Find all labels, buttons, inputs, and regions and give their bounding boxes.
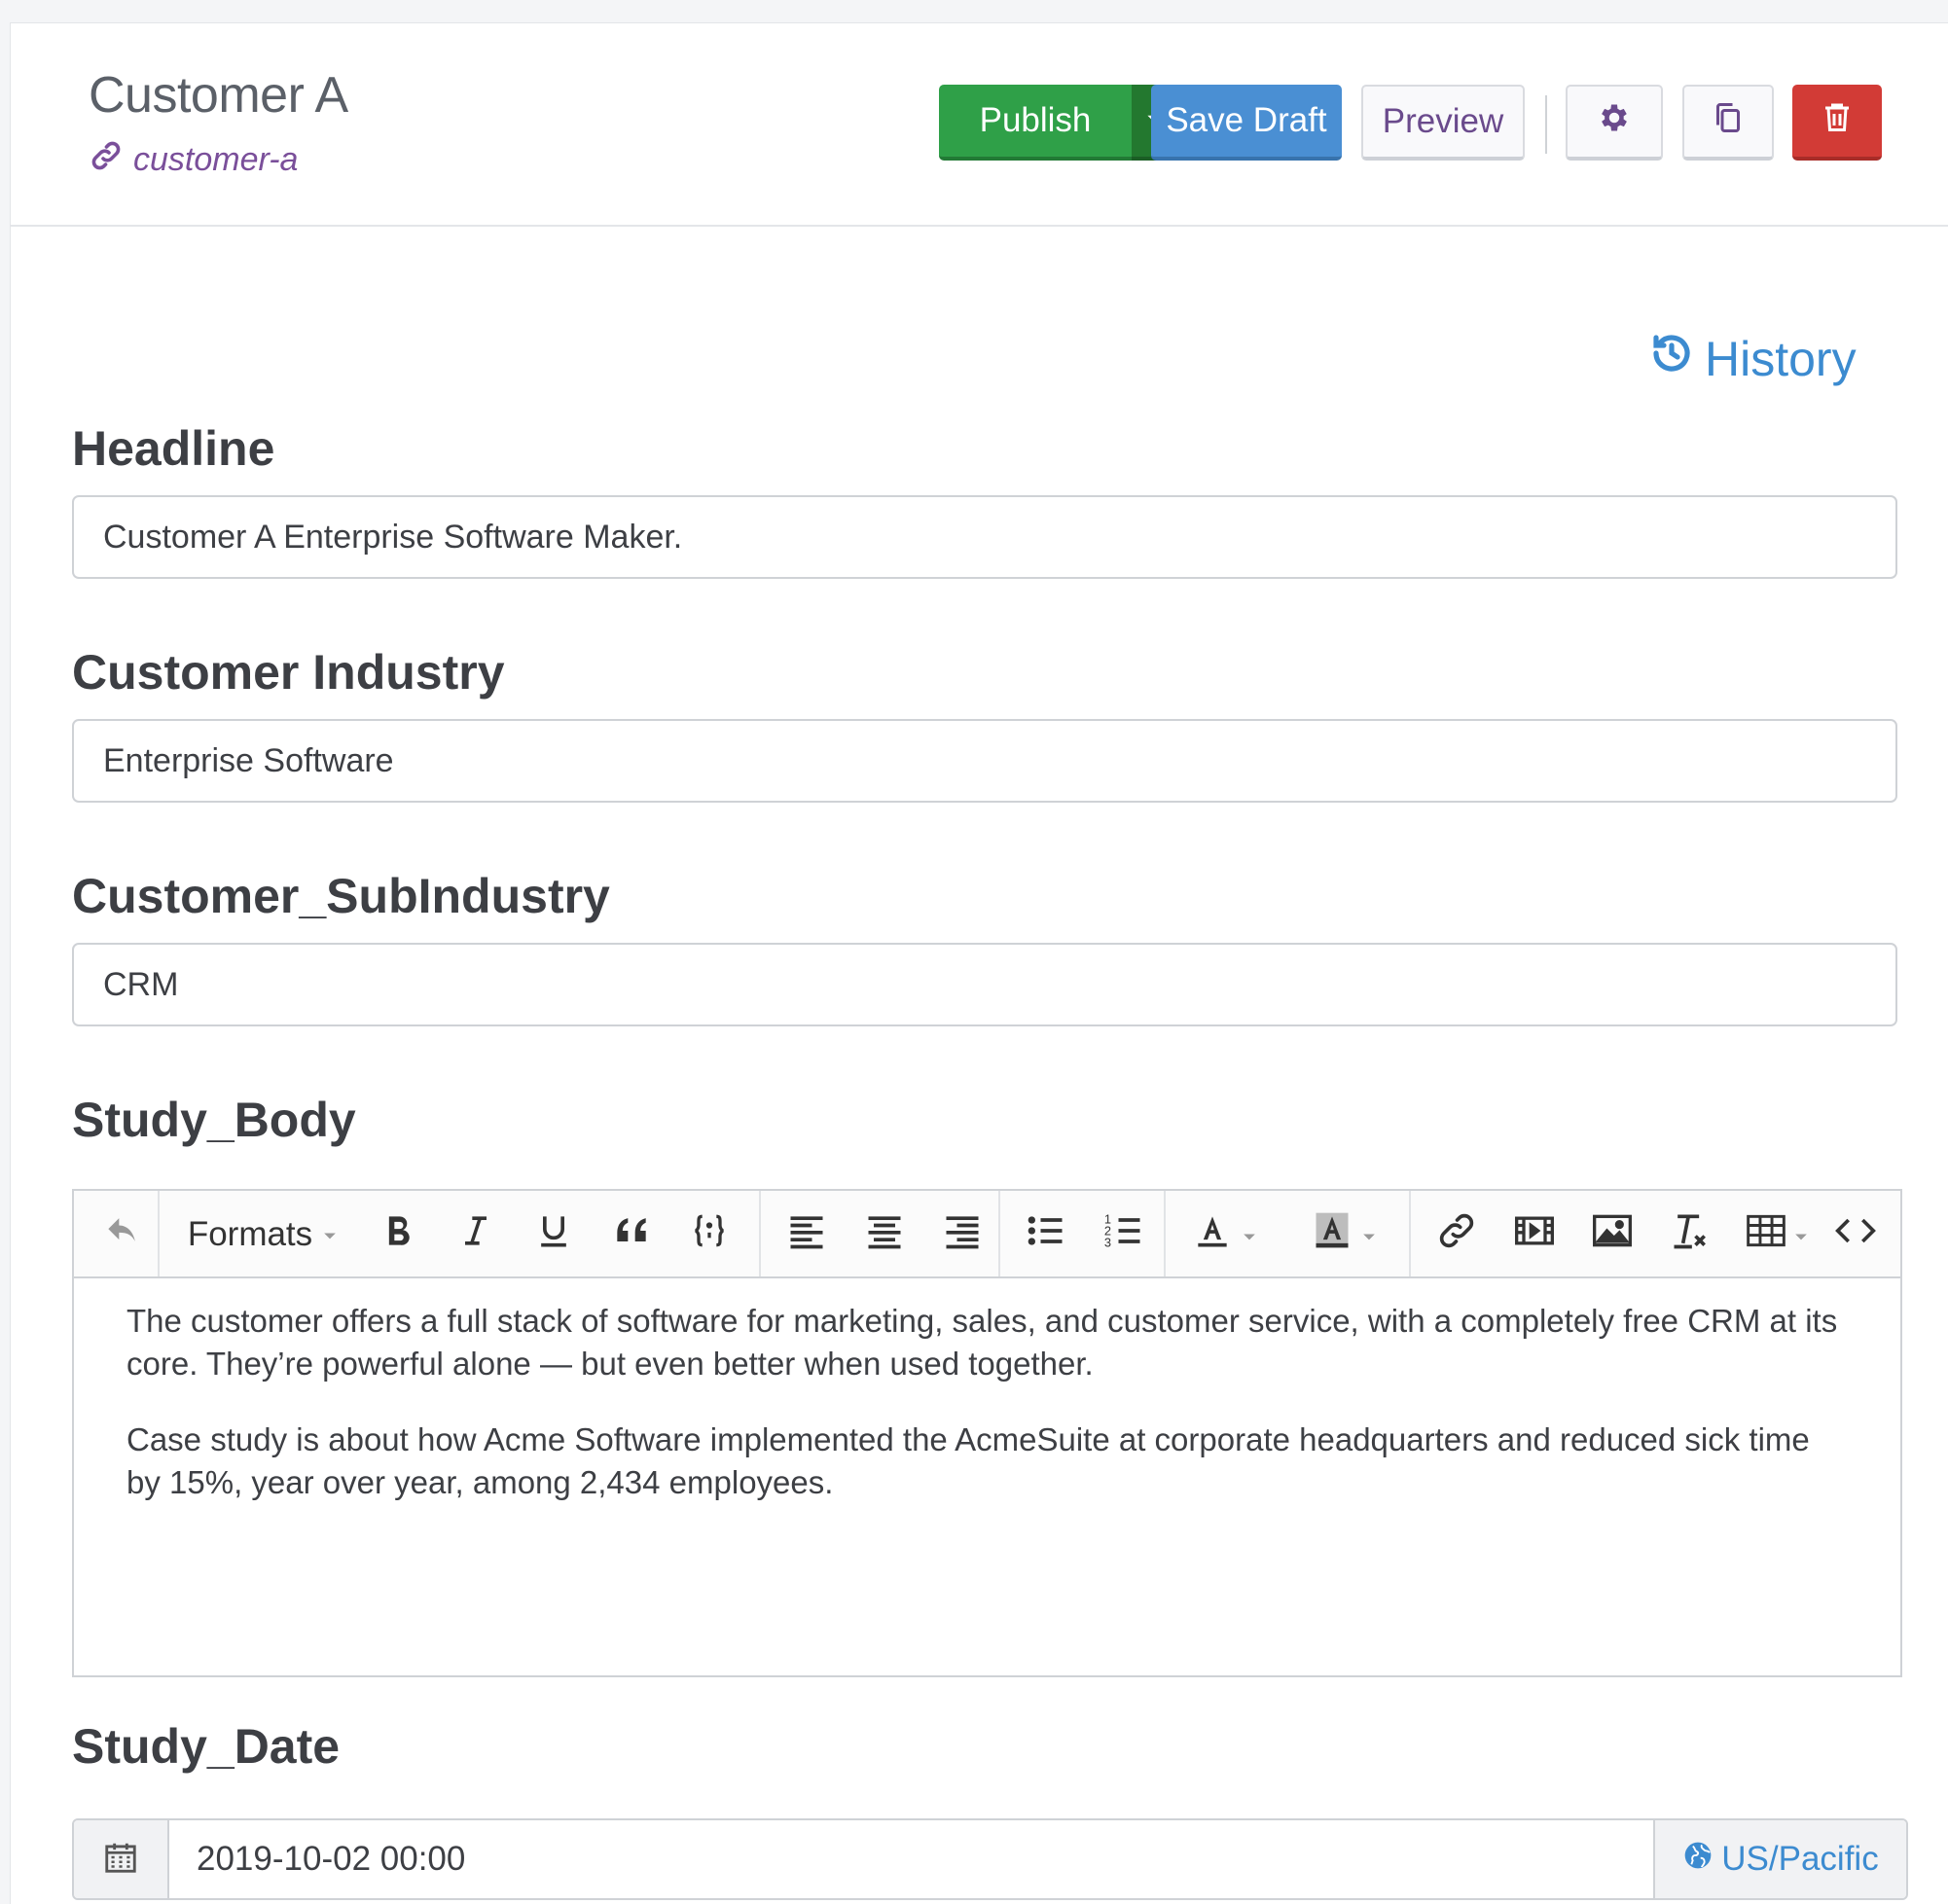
toolbar-divider [1545,95,1547,154]
underline-button[interactable] [526,1210,581,1259]
trash-icon [1820,99,1855,143]
timezone-label: US/Pacific [1721,1840,1879,1878]
link-icon [89,138,124,182]
globe-icon [1682,1840,1714,1880]
formats-dropdown[interactable]: Formats [181,1210,346,1259]
headline-label: Headline [72,421,275,476]
settings-button[interactable] [1566,85,1663,161]
study-body-label: Study_Body [72,1093,356,1147]
calendar-button[interactable] [74,1820,169,1898]
subindustry-input[interactable]: CRM [72,943,1897,1026]
duplicate-button[interactable] [1682,85,1774,161]
caret-down-icon [1359,1214,1379,1255]
toolbar-separator [158,1191,160,1276]
code-sample-button[interactable] [682,1210,737,1259]
editor-toolbar: Formats 1 2 3 [74,1191,1900,1278]
toolbar-separator [1164,1191,1166,1276]
align-right-button[interactable] [932,1210,992,1259]
page-title: Customer A [89,67,348,124]
study-date-label: Study_Date [72,1719,341,1774]
industry-input[interactable]: Enterprise Software [72,719,1897,803]
underline-icon [532,1209,575,1261]
insert-table-button[interactable] [1734,1210,1822,1259]
subindustry-label: Customer_SubIndustry [72,869,610,923]
clear-format-icon [1669,1209,1712,1261]
svg-text:3: 3 [1104,1235,1111,1249]
undo-icon [101,1209,144,1261]
bullet-list-icon [1025,1209,1067,1261]
bullet-list-button[interactable] [1016,1210,1076,1259]
study-date-field: 2019-10-02 00:00 US/Pacific [72,1818,1908,1900]
source-code-button[interactable] [1825,1210,1886,1259]
history-link[interactable]: History [1648,330,1857,388]
blockquote-button[interactable] [604,1210,659,1259]
history-label: History [1705,332,1857,386]
toolbar-separator [998,1191,1000,1276]
study-date-input[interactable]: 2019-10-02 00:00 [197,1820,465,1898]
timezone-selector[interactable]: US/Pacific [1653,1820,1906,1898]
calendar-icon [102,1839,139,1881]
caret-down-icon [1791,1214,1811,1255]
code-braces-icon [688,1209,731,1261]
align-right-icon [941,1209,984,1261]
insert-image-button[interactable] [1582,1210,1642,1259]
text-color-icon [1191,1209,1234,1261]
align-left-icon [785,1209,828,1261]
editor-paragraph: Case study is about how Acme Software im… [126,1421,1810,1500]
slug-text: customer-a [133,141,299,178]
table-icon [1745,1209,1787,1261]
caret-down-icon [320,1215,340,1254]
numbered-list-button[interactable]: 123 [1094,1210,1154,1259]
editor-content[interactable]: The customer offers a full stack of soft… [126,1300,1849,1537]
background-color-button[interactable] [1298,1210,1391,1259]
image-icon [1591,1209,1634,1261]
clear-formatting-button[interactable] [1660,1210,1720,1259]
caret-down-icon [1240,1214,1259,1255]
publish-button[interactable]: Publish [939,85,1132,161]
highlight-color-icon [1311,1209,1353,1261]
insert-media-button[interactable] [1504,1210,1565,1259]
link-icon [1435,1209,1478,1261]
italic-button[interactable] [449,1210,503,1259]
history-icon [1648,330,1695,388]
rich-text-editor: Formats 1 2 3 The customer offers a full… [72,1189,1902,1677]
align-center-icon [863,1209,906,1261]
headline-input[interactable]: Customer A Enterprise Software Maker. [72,495,1897,579]
bold-icon [377,1209,419,1261]
delete-button[interactable] [1792,85,1882,161]
undo-button[interactable] [93,1210,152,1259]
preview-button[interactable]: Preview [1361,85,1525,161]
slug-link[interactable]: customer-a [89,138,298,182]
gear-icon [1597,100,1632,144]
code-icon [1834,1209,1877,1261]
insert-link-button[interactable] [1426,1210,1487,1259]
copy-icon [1711,100,1746,144]
video-icon [1513,1209,1556,1261]
toolbar-separator [1409,1191,1411,1276]
align-left-button[interactable] [776,1210,837,1259]
editor-paragraph: The customer offers a full stack of soft… [126,1303,1838,1382]
save-draft-button[interactable]: Save Draft [1151,85,1342,161]
bold-button[interactable] [371,1210,425,1259]
text-color-button[interactable] [1181,1210,1269,1259]
italic-icon [454,1209,497,1261]
industry-label: Customer Industry [72,645,505,700]
formats-label: Formats [187,1215,313,1253]
quote-icon [610,1209,653,1261]
align-center-button[interactable] [854,1210,915,1259]
numbered-list-icon: 123 [1102,1209,1145,1261]
toolbar-separator [759,1191,761,1276]
entry-editor: Customer A customer-a Publish Save Draft… [10,22,1948,1904]
entry-header: Customer A customer-a Publish Save Draft… [11,23,1948,227]
